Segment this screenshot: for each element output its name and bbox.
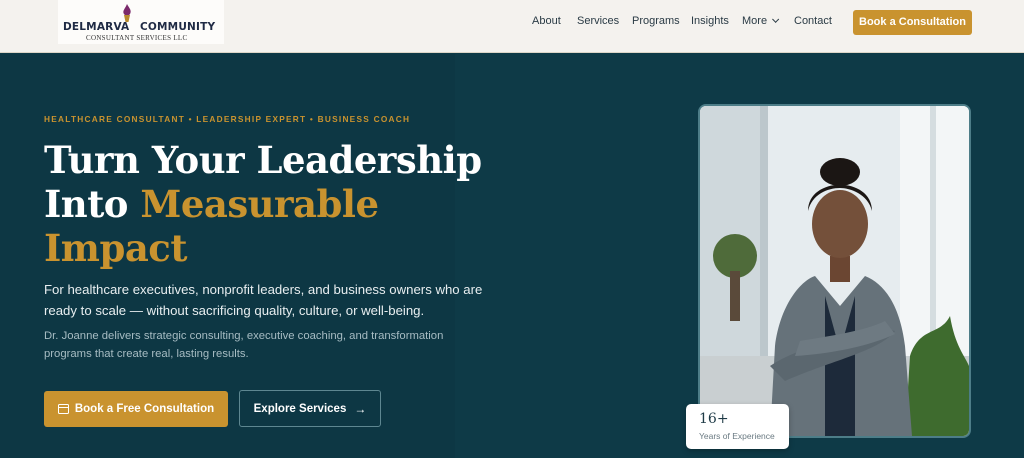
nav-insights[interactable]: Insights — [691, 15, 729, 27]
hero-lead-text: For healthcare executives, nonprofit lea… — [44, 282, 483, 318]
headline-line-2-gold: Measurable — [140, 182, 379, 226]
logo-text-right: COMMUNITY — [140, 21, 216, 33]
logo-text-left: DELMARVA — [63, 21, 130, 33]
headline-line-2-white: Into — [44, 182, 141, 226]
explore-services-button[interactable]: Explore Services → — [239, 390, 381, 427]
book-free-consultation-button[interactable]: Book a Free Consultation — [44, 391, 228, 427]
hero-sub-text: Dr. Joanne delivers strategic consulting… — [44, 330, 444, 360]
nav-services[interactable]: Services — [577, 15, 619, 27]
logo-wordmark: DELMARVA COMMUNITY — [63, 21, 215, 33]
logo-subtext: CONSULTANT SERVICES LLC — [86, 34, 188, 42]
book-consultation-button[interactable]: Book a Consultation — [853, 10, 972, 35]
nav-more-label: More — [742, 15, 768, 27]
nav-about[interactable]: About — [532, 15, 561, 27]
experience-badge: 16+ Years of Experience — [686, 404, 789, 449]
experience-years: 16+ — [699, 411, 729, 427]
headline-line-1: Turn Your Leadership — [44, 138, 482, 182]
nav-more-dropdown[interactable]: More — [742, 15, 780, 27]
book-free-consultation-label: Book a Free Consultation — [74, 403, 215, 415]
brand-logo[interactable]: DELMARVA COMMUNITY CONSULTANT SERVICES L… — [58, 0, 224, 44]
explore-services-label: Explore Services — [253, 402, 347, 415]
nav-programs[interactable]: Programs — [632, 15, 680, 27]
nav-contact[interactable]: Contact — [794, 15, 832, 27]
consultant-portrait-photo — [698, 104, 971, 438]
arrow-right-icon: → — [354, 401, 367, 416]
calendar-icon — [57, 404, 69, 414]
hero-headline: Turn Your Leadership Into Measurable Imp… — [44, 138, 482, 270]
headline-line-3-gold: Impact — [44, 226, 187, 270]
portrait-illustration — [700, 106, 969, 436]
torch-flame-icon — [123, 4, 131, 22]
chevron-down-icon — [772, 15, 780, 23]
experience-label: Years of Experience — [699, 431, 775, 441]
site-header: DELMARVA COMMUNITY CONSULTANT SERVICES L… — [0, 0, 1024, 53]
hero-eyebrow: HEALTHCARE CONSULTANT • LEADERSHIP EXPER… — [44, 114, 411, 124]
